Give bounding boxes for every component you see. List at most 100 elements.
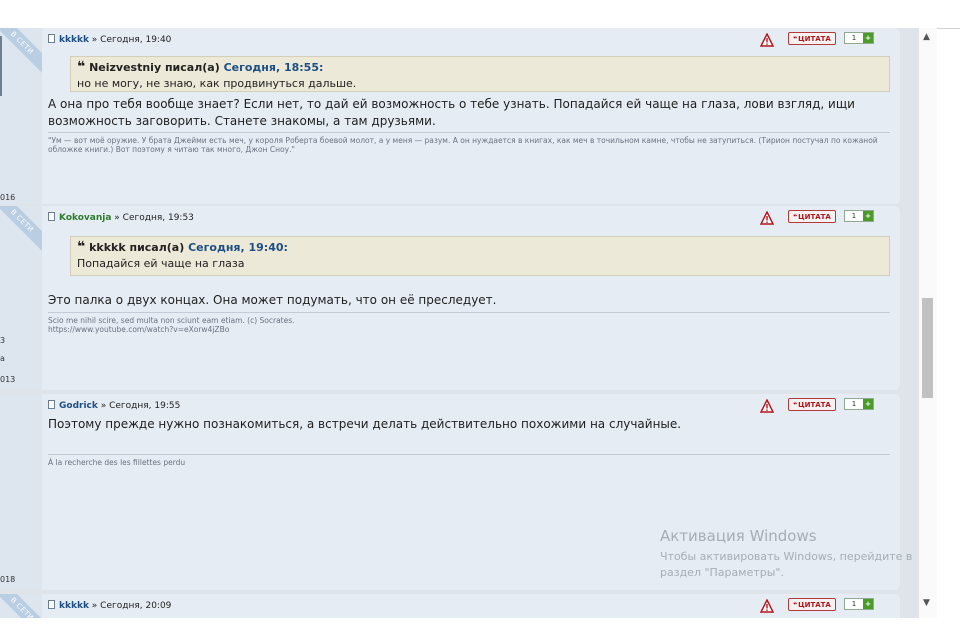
post-message: Это палка о двух концах. Она может подум… (48, 293, 497, 307)
post-link-icon[interactable] (48, 600, 55, 609)
post-signature: À la recherche des les fillettes perdu (48, 458, 186, 467)
online-badge: В СЕТИ (0, 206, 42, 253)
post-actions: ❝ЦИТАТА 1 + (759, 210, 890, 225)
post-header: Kokovanja » Сегодня, 19:53 (48, 212, 194, 223)
post-header: kkkkk » Сегодня, 19:40 (48, 34, 171, 45)
post-link-icon[interactable] (48, 212, 55, 221)
post-author[interactable]: kkkkk (59, 601, 89, 611)
scrollbar-thumb[interactable] (922, 298, 933, 398)
vertical-scrollbar[interactable]: ▲ ▼ (918, 28, 937, 618)
quote-date[interactable]: Сегодня, 18:55: (224, 61, 324, 74)
post-actions: ❝ЦИТАТА 1 + (759, 32, 890, 47)
quote-header: ❝ Neizvestniy писал(а) Сегодня, 18:55: (77, 59, 883, 75)
bottom-strip (0, 618, 960, 640)
header-separator: » (97, 401, 110, 411)
post-time: Сегодня, 19:55 (109, 401, 181, 411)
post-message: Поэтому прежде нужно познакомиться, а вс… (48, 417, 682, 431)
rating-widget: 1 + (844, 398, 874, 410)
rating-value: 1 (851, 212, 857, 220)
post-header: kkkkk » Сегодня, 20:09 (48, 600, 171, 611)
rating-value: 1 (851, 600, 857, 608)
plus-icon[interactable]: + (863, 599, 873, 609)
avatar[interactable] (0, 36, 2, 96)
user-info-fragment: a (0, 354, 5, 363)
post-header: Godrick » Сегодня, 19:55 (48, 400, 180, 411)
quote-mark-icon: ❝ (77, 239, 86, 255)
join-year: 018 (0, 575, 16, 584)
quote-button[interactable]: ❝ЦИТАТА (788, 32, 836, 45)
online-badge: В СЕТИ (0, 28, 42, 75)
rating-widget: 1 + (844, 210, 874, 222)
plus-icon[interactable]: + (863, 33, 873, 43)
post: В СЕТИ 3 a 013 Kokovanja » Сегодня, 19:5… (0, 206, 900, 390)
quote-mark-icon: ❝ (793, 601, 798, 609)
quote-button[interactable]: ❝ЦИТАТА (788, 210, 836, 223)
report-button[interactable] (759, 598, 775, 613)
quote-mark-icon: ❝ (793, 35, 798, 43)
quote-text: Попадайся ей чаще на глаза (77, 257, 245, 270)
join-year: 016 (0, 193, 16, 202)
signature-divider (48, 312, 890, 313)
quote-header: ❝ kkkkk писал(а) Сегодня, 19:40: (77, 239, 883, 255)
post-time: Сегодня, 20:09 (100, 601, 172, 611)
windows-activation-watermark: Активация Windows Чтобы активировать Win… (660, 527, 918, 581)
browser-top-bar (0, 0, 960, 29)
header-separator: » (88, 601, 101, 611)
post-author[interactable]: kkkkk (59, 35, 89, 45)
quote-mark-icon: ❝ (793, 213, 798, 221)
post-body: Kokovanja » Сегодня, 19:53 ❝ЦИТАТА 1 + ❝ … (42, 206, 900, 390)
post-link-icon[interactable] (48, 400, 55, 409)
post-time: Сегодня, 19:53 (122, 213, 194, 223)
plus-icon[interactable]: + (863, 399, 873, 409)
quote-mark-icon: ❝ (77, 59, 86, 75)
post-signature: "Ум — вот моё оружие. У брата Джейми ест… (48, 136, 878, 154)
post-author[interactable]: Kokovanja (59, 213, 111, 223)
quote-label: ЦИТАТА (798, 401, 831, 409)
quote-date[interactable]: Сегодня, 19:40: (188, 241, 288, 254)
user-info-panel: В СЕТИ 3 a 013 (0, 206, 43, 390)
post-time: Сегодня, 19:40 (100, 35, 172, 45)
quote-block: ❝ kkkkk писал(а) Сегодня, 19:40: Попадай… (70, 236, 890, 276)
warning-icon (759, 398, 775, 413)
quote-author: kkkkk писал(а) (89, 241, 185, 254)
scroll-up-arrow-icon[interactable]: ▲ (923, 32, 930, 42)
quote-button[interactable]: ❝ЦИТАТА (788, 598, 836, 611)
warning-icon (759, 32, 775, 47)
quote-mark-icon: ❝ (793, 401, 798, 409)
rating-value: 1 (851, 34, 857, 42)
quote-text: но не могу, не знаю, как продвинуться да… (77, 77, 357, 90)
header-separator: » (111, 213, 123, 223)
watermark-title: Активация Windows (660, 527, 817, 545)
user-info-fragment: 3 (0, 336, 6, 345)
user-info-panel: В СЕТИ 016 (0, 28, 43, 204)
rating-widget: 1 + (844, 598, 874, 610)
quote-author: Neizvestniy писал(а) (89, 61, 220, 74)
post-author[interactable]: Godrick (59, 401, 98, 411)
rating-value: 1 (851, 400, 857, 408)
signature-divider (48, 132, 890, 133)
post-link-icon[interactable] (48, 34, 55, 43)
warning-icon (759, 598, 775, 613)
join-year: 013 (0, 375, 16, 384)
quote-label: ЦИТАТА (798, 35, 831, 43)
report-button[interactable] (759, 210, 775, 225)
post-actions: ❝ЦИТАТА 1 + (759, 598, 890, 613)
quote-label: ЦИТАТА (798, 213, 831, 221)
quote-block: ❝ Neizvestniy писал(а) Сегодня, 18:55: н… (70, 56, 890, 92)
scroll-down-arrow-icon[interactable]: ▼ (923, 598, 930, 608)
watermark-text: Чтобы активировать Windows, перейдите в … (660, 550, 913, 579)
post-signature: Scio me nihil scire, sed multa non sciun… (48, 316, 295, 325)
post-actions: ❝ЦИТАТА 1 + (759, 398, 890, 413)
post-body: kkkkk » Сегодня, 19:40 ❝ЦИТАТА 1 + ❝ Neiz… (42, 28, 900, 204)
rating-widget: 1 + (844, 32, 874, 44)
warning-icon (759, 210, 775, 225)
signature-link[interactable]: https://www.youtube.com/watch?v=eXorw4jZ… (48, 325, 890, 334)
quote-button[interactable]: ❝ЦИТАТА (788, 398, 836, 411)
post: В СЕТИ 016 kkkkk » Сегодня, 19:40 ❝ЦИТАТ… (0, 28, 900, 204)
plus-icon[interactable]: + (863, 211, 873, 221)
quote-label: ЦИТАТА (798, 601, 831, 609)
user-info-panel: 018 (0, 394, 43, 590)
post-message: А она про тебя вообще знает? Если нет, т… (48, 97, 855, 128)
report-button[interactable] (759, 398, 775, 413)
report-button[interactable] (759, 32, 775, 47)
